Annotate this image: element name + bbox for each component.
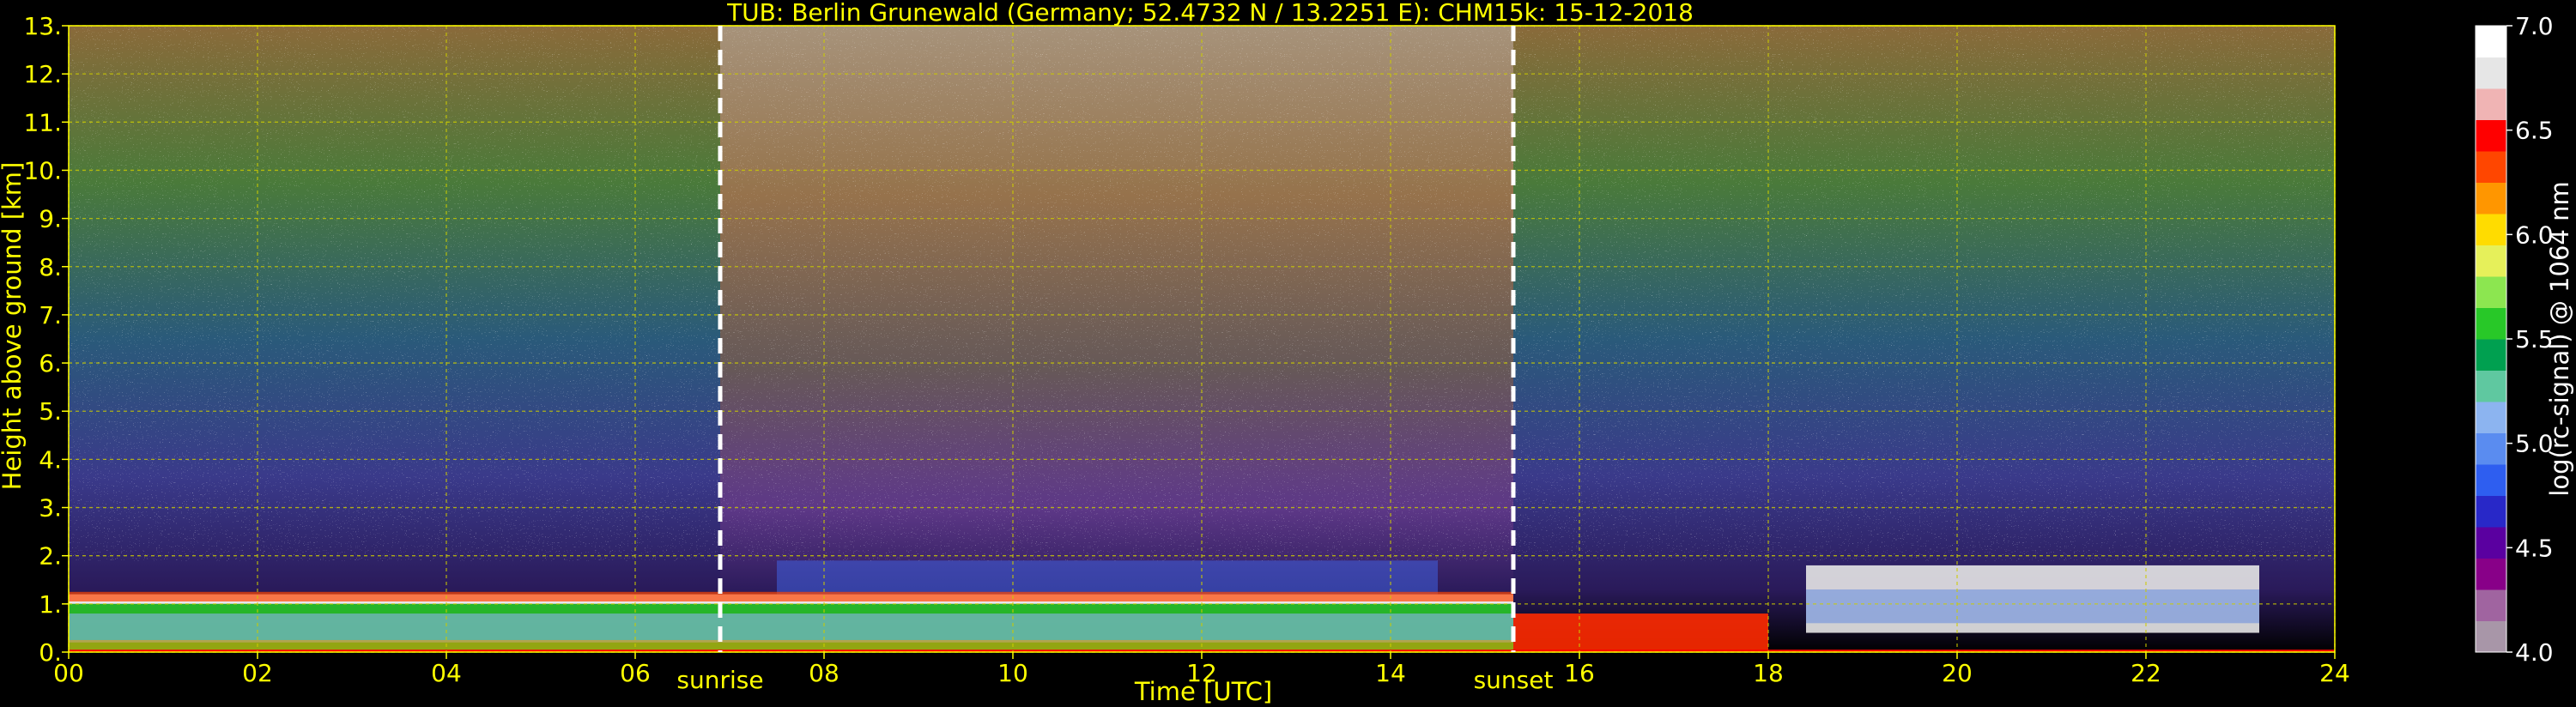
- colorbar-label: log(rc-signal) @ 1064 nm: [2545, 181, 2574, 496]
- y-tick-label: 3.: [39, 494, 62, 523]
- colorbar-swatch: [2476, 370, 2506, 402]
- y-tick-label: 2.: [39, 542, 62, 571]
- chart-title: TUB: Berlin Grunewald (Germany; 52.4732 …: [726, 0, 1694, 27]
- x-tick-label: 08: [809, 659, 839, 687]
- y-tick-label: 10.: [23, 156, 62, 184]
- colorbar-swatch: [2476, 276, 2506, 308]
- colorbar-swatch: [2476, 88, 2506, 120]
- colorbar-swatch: [2476, 432, 2506, 465]
- x-tick-label: 10: [997, 659, 1028, 687]
- colorbar-swatch: [2476, 57, 2506, 89]
- y-tick-label: 11.: [23, 108, 62, 136]
- colorbar-tick-label: 6.5: [2515, 117, 2554, 145]
- colorbar: 4.04.55.05.56.06.57.0: [2475, 12, 2554, 667]
- colorbar-swatch: [2476, 214, 2506, 245]
- y-tick-label: 13.: [23, 12, 62, 40]
- x-tick-label: 20: [1942, 659, 1973, 687]
- y-tick-label: 4.: [39, 445, 62, 474]
- y-tick-label: 1.: [39, 590, 62, 619]
- y-axis-ticks: 0. 1. 2. 3. 4. 5. 6. 7. 8. 9. 10. 11. 12. 13.: [23, 12, 69, 667]
- colorbar-swatch: [2476, 527, 2506, 559]
- x-tick-label: 06: [620, 659, 651, 687]
- colorbar-swatch: [2476, 245, 2506, 277]
- ceilometer-chart: TUB: Berlin Grunewald (Germany; 52.4732 …: [0, 0, 2574, 706]
- colorbar-tick-label: 4.5: [2515, 534, 2554, 562]
- colorbar-swatch: [2476, 26, 2506, 57]
- colorbar-swatch: [2476, 151, 2506, 183]
- y-axis-label: Height above ground [km]: [0, 162, 27, 491]
- colorbar-swatch: [2476, 402, 2506, 433]
- colorbar-swatch: [2476, 620, 2506, 653]
- y-tick-label: 0.: [39, 638, 62, 667]
- colorbar-swatch: [2476, 182, 2506, 215]
- x-axis-label: Time [UTC]: [1134, 677, 1272, 706]
- x-tick-label: 24: [2319, 659, 2350, 687]
- aerosol-inner-band: [69, 613, 1513, 643]
- y-tick-label: 5.: [39, 397, 62, 426]
- colorbar-swatch: [2476, 558, 2506, 590]
- colorbar-tick-label: 7.0: [2515, 12, 2554, 40]
- x-tick-label: 18: [1753, 659, 1784, 687]
- colorbar-swatch: [2476, 464, 2506, 496]
- x-tick-label: 14: [1375, 659, 1406, 687]
- colorbar-swatch: [2476, 119, 2506, 152]
- colorbar-swatch: [2476, 339, 2506, 371]
- colorbar-swatch: [2476, 307, 2506, 340]
- x-tick-label: 02: [242, 659, 273, 687]
- y-tick-label: 9.: [39, 205, 62, 233]
- colorbar-tick-label: 4.0: [2515, 638, 2554, 667]
- sunrise-label: sunrise: [676, 666, 763, 694]
- layer-elevated-layer: [777, 560, 1438, 595]
- x-tick-label: 04: [431, 659, 462, 687]
- colorbar-swatch: [2476, 495, 2506, 528]
- layer-fog-low-cloud: [1513, 613, 1768, 652]
- y-tick-label: 6.: [39, 349, 62, 378]
- x-tick-label: 22: [2131, 659, 2161, 687]
- cloud-inner-band: [1806, 589, 2259, 624]
- sunset-label: sunset: [1474, 666, 1554, 694]
- colorbar-swatch: [2476, 589, 2506, 621]
- y-tick-label: 7.: [39, 301, 62, 329]
- layer-top-edge: [69, 591, 1513, 602]
- y-tick-label: 12.: [23, 60, 62, 88]
- y-tick-label: 8.: [39, 253, 62, 281]
- x-tick-label: 16: [1564, 659, 1595, 687]
